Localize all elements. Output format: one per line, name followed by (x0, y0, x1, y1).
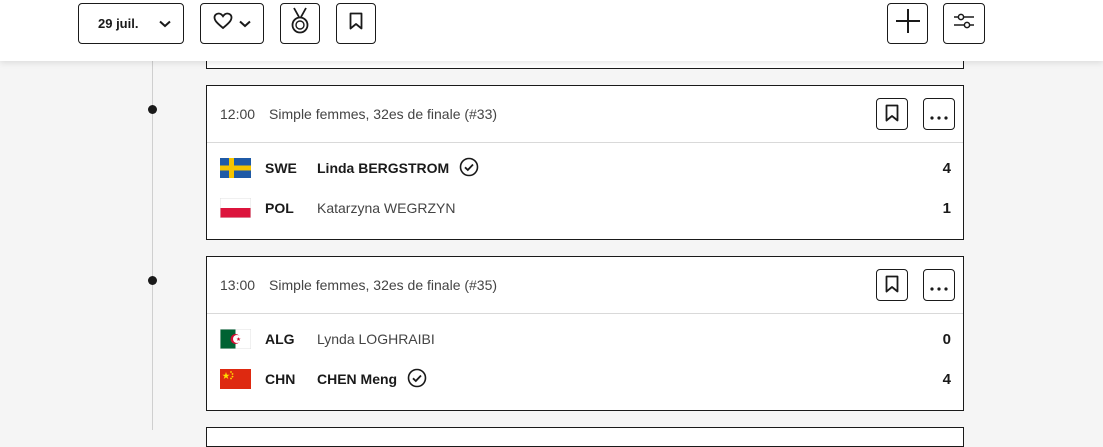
player-name: Lynda LOGHRAIBI (317, 331, 435, 347)
score: 4 (942, 370, 951, 388)
match-card[interactable]: 12:00 Simple femmes, 32es de finale (#33… (206, 85, 964, 240)
next-match-card (206, 427, 964, 447)
player-name: Linda BERGSTROM (317, 157, 479, 180)
match-card-header: 12:00 Simple femmes, 32es de finale (#33… (207, 86, 963, 143)
player-name-text: Linda BERGSTROM (317, 160, 450, 176)
competitor-row: CHN CHEN Meng 4 (207, 359, 963, 399)
player-name-text: CHEN Meng (317, 371, 398, 387)
country-code: SWE (265, 160, 297, 176)
filter-sliders-icon (953, 13, 975, 34)
medal-icon (290, 7, 310, 40)
competitor-row: SWE Linda BERGSTROM 4 (207, 148, 963, 188)
date-select-button[interactable]: 29 juil. (78, 3, 184, 44)
plus-icon (895, 8, 921, 39)
player-name: Katarzyna WEGRZYN (317, 200, 455, 216)
player-name-text: Katarzyna WEGRZYN (317, 200, 456, 216)
competitor-row: POL Katarzyna WEGRZYN 1 (207, 188, 963, 228)
top-toolbar: 29 juil. (0, 0, 1103, 61)
more-horizontal-icon (930, 105, 948, 123)
match-event: Simple femmes, 32es de finale (#33) (269, 106, 498, 122)
score: 1 (942, 199, 951, 217)
chevron-down-icon (159, 16, 171, 31)
country-code: ALG (265, 331, 295, 347)
bookmark-icon (885, 104, 899, 125)
bookmarks-button[interactable] (336, 3, 376, 44)
player-name: CHEN Meng (317, 368, 427, 391)
score: 0 (942, 330, 951, 348)
more-horizontal-icon (930, 276, 948, 294)
timeline-dot (148, 105, 157, 114)
country-code: CHN (265, 371, 296, 387)
bookmark-icon (885, 275, 899, 296)
winner-check-icon (407, 368, 427, 391)
flag-china-icon (220, 369, 251, 389)
bookmark-match-button[interactable] (876, 98, 908, 130)
add-button[interactable] (887, 3, 928, 44)
favorites-button[interactable] (200, 3, 264, 44)
match-card[interactable]: 13:00 Simple femmes, 32es de finale (#35… (206, 256, 964, 411)
match-time: 12:00 (220, 106, 256, 122)
competitor-row: ALG Lynda LOGHRAIBI 0 (207, 319, 963, 359)
heart-icon (213, 12, 233, 35)
more-options-button[interactable] (923, 98, 955, 130)
more-options-button[interactable] (923, 269, 955, 301)
bookmark-icon (349, 12, 363, 35)
winner-check-icon (459, 157, 479, 180)
flag-algeria-icon (219, 328, 252, 350)
match-time: 13:00 (220, 277, 256, 293)
timeline-line (152, 61, 153, 430)
filter-button[interactable] (943, 3, 985, 44)
timeline-dot (148, 276, 157, 285)
chevron-down-icon (239, 15, 251, 33)
medals-button[interactable] (280, 3, 320, 44)
date-label: 29 juil. (98, 16, 139, 31)
flag-poland-icon (219, 197, 252, 219)
country-code: POL (265, 200, 294, 216)
match-card-header: 13:00 Simple femmes, 32es de finale (#35… (207, 257, 963, 314)
player-name-text: Lynda LOGHRAIBI (317, 331, 435, 347)
score: 4 (942, 159, 951, 177)
bookmark-match-button[interactable] (876, 269, 908, 301)
match-event: Simple femmes, 32es de finale (#35) (269, 277, 498, 293)
flag-sweden-icon (220, 158, 251, 178)
